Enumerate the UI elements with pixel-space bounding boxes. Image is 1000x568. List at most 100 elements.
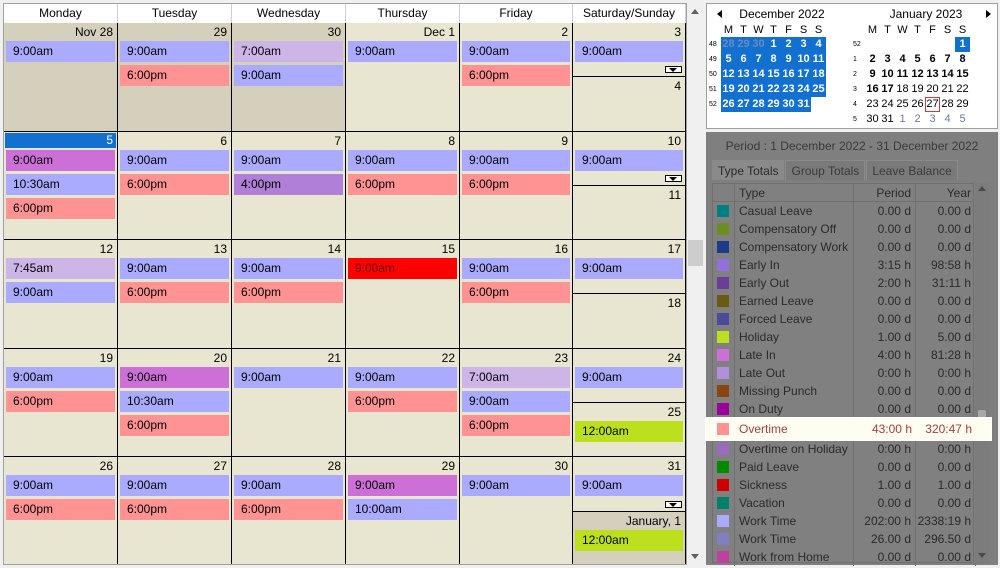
day-cell[interactable]: 29 9:00am 10:00am [346,457,460,564]
mini-day[interactable]: 13 [736,67,751,82]
mini-day[interactable]: 5 [721,52,736,67]
totals-row[interactable]: Forced Leave 0.00 d 0.00 d [713,310,976,328]
day-cell[interactable]: Nov 28 9:00am [4,23,118,131]
day-number[interactable]: 27 [214,459,227,473]
mini-day[interactable]: 3 [796,37,811,52]
day-number[interactable]: 30 [555,459,568,473]
tab-group-totals[interactable]: Group Totals [785,160,866,180]
totals-row[interactable]: Casual Leave 0.00 d 0.00 d [713,202,976,220]
more-events-icon[interactable] [665,174,682,182]
mini-day[interactable]: 6 [736,52,751,67]
appointment[interactable]: 12:00am [575,421,683,443]
mini-day[interactable]: 29 [766,97,781,112]
mini-day[interactable]: 12 [721,67,736,82]
appointment[interactable]: 9:00am [234,149,343,171]
totals-row[interactable]: Work Time 26.00 d 296.50 d [713,530,976,548]
appointment[interactable]: 10:00am [348,499,457,521]
day-cell[interactable]: 19 9:00am 6:00pm [4,348,118,457]
day-number[interactable]: 14 [328,242,341,256]
weekend-cell[interactable]: 24 9:00am 25 12:00am [573,348,686,457]
weekend-day[interactable]: 31 9:00am [573,457,685,512]
totals-row[interactable]: Work Time 202:00 h 2338:19 h [713,512,976,530]
mini-day[interactable]: 1 [766,37,781,52]
mini-day[interactable]: 24 [880,97,895,112]
weekend-day[interactable]: 17 9:00am [573,240,685,295]
mini-day[interactable]: 9 [781,52,796,67]
appointment[interactable]: 10:30am [120,390,229,412]
day-cell[interactable]: 5 9:00am 10:30am 6:00pm [4,131,118,240]
appointment[interactable]: 9:00am [462,258,570,280]
more-events-icon[interactable] [665,500,682,508]
mini-day[interactable]: 23 [865,97,880,112]
appointment[interactable]: 9:00am [6,475,115,497]
day-cell[interactable]: 30 9:00am [460,457,573,564]
mini-day[interactable]: 11 [895,67,910,82]
totals-row[interactable]: Sickness 1.00 d 1.00 d [713,476,976,494]
appointment[interactable]: 4:00pm [234,173,343,195]
day-cell[interactable]: 2 9:00am 6:00pm [460,23,573,131]
appointment[interactable]: 9:00am [120,149,229,171]
totals-row[interactable]: Paid Leave 0.00 d 0.00 d [713,458,976,476]
day-cell[interactable]: 27 9:00am 6:00pm [118,457,232,564]
day-number[interactable]: 16 [555,242,568,256]
day-number[interactable]: 7 [334,134,341,148]
mini-day[interactable]: 15 [766,67,781,82]
appointment[interactable]: 9:00am [234,65,343,86]
appointment[interactable]: 9:00am [348,41,457,62]
appointment[interactable]: 6:00pm [348,173,457,195]
more-events-icon[interactable] [665,66,682,74]
mini-day[interactable]: 21 [751,82,766,97]
appointment[interactable]: 6:00pm [120,282,229,304]
month-calendar[interactable]: Monday Tuesday Wednesday Thursday Friday Satu… [3,3,687,565]
appointment[interactable]: 9:00am [575,258,683,280]
totals-row[interactable]: Holiday 1.00 d 5.00 d [713,328,976,346]
appointment[interactable]: 7:00am [234,41,343,62]
day-number[interactable]: 12 [100,242,113,256]
appointment[interactable]: 9:00am [462,149,570,171]
appointment[interactable]: 6:00pm [6,499,115,521]
day-number[interactable]: 9 [561,134,568,148]
day-cell[interactable]: 9 9:00am 6:00pm [460,131,573,240]
chevron-left-icon[interactable] [717,10,722,18]
mini-day[interactable]: 5 [955,112,970,127]
totals-row[interactable]: Compensatory Off 0.00 d 0.00 d [713,220,976,238]
appointment[interactable]: 9:00am [462,390,570,412]
mini-day[interactable]: 5 [910,52,925,67]
totals-row[interactable]: Overtime on Holiday 0:00 h 0:00 h [713,440,976,458]
type-column-header[interactable]: Type [735,184,854,201]
mini-day[interactable]: 16 [781,67,796,82]
mini-day[interactable]: 21 [940,82,955,97]
appointment[interactable]: 6:00pm [6,390,115,412]
chevron-down-icon[interactable] [978,553,986,558]
mini-day[interactable]: 26 [910,97,925,112]
tab-leave-balance[interactable]: Leave Balance [866,160,958,180]
mini-day[interactable]: 27 [925,97,940,112]
day-number[interactable]: 29 [442,459,455,473]
day-cell[interactable]: 30 7:00am 9:00am [232,23,346,131]
mini-day[interactable]: 29 [736,37,751,52]
mini-day[interactable]: 1 [955,37,970,52]
day-cell[interactable]: 26 9:00am 6:00pm [4,457,118,564]
totals-row[interactable]: Overtime 43:00 h 320:47 h [706,418,991,440]
appointment[interactable]: 9:00am [575,41,683,62]
scroll-down-button[interactable] [687,548,704,565]
mini-day[interactable]: 26 [721,97,736,112]
mini-calendar[interactable]: December 2022 M T W T F S S 48 28 29 30 1 2 3 4 49 5 6 7 8 9 1… [706,3,998,129]
mini-day[interactable]: 30 [781,97,796,112]
day-number[interactable]: Nov 28 [75,25,113,39]
totals-row[interactable]: Work from Home 0.00 d 0.00 d [713,548,976,566]
mini-day[interactable]: 4 [811,37,826,52]
mini-day[interactable]: 25 [811,82,826,97]
day-number[interactable]: 21 [328,351,341,365]
scrollbar-thumb[interactable] [688,240,703,266]
weekend-day[interactable]: 25 12:00am [573,403,685,456]
mini-day[interactable]: 18 [811,67,826,82]
mini-day[interactable]: 9 [865,67,880,82]
appointment[interactable]: 12:00am [575,529,683,551]
day-number[interactable]: 19 [100,351,113,365]
mini-day[interactable]: 19 [721,82,736,97]
mini-day[interactable]: 14 [751,67,766,82]
mini-day[interactable]: 22 [766,82,781,97]
appointment[interactable]: 9:00am [120,366,229,388]
weekend-cell[interactable]: 17 9:00am 18 [573,240,686,348]
